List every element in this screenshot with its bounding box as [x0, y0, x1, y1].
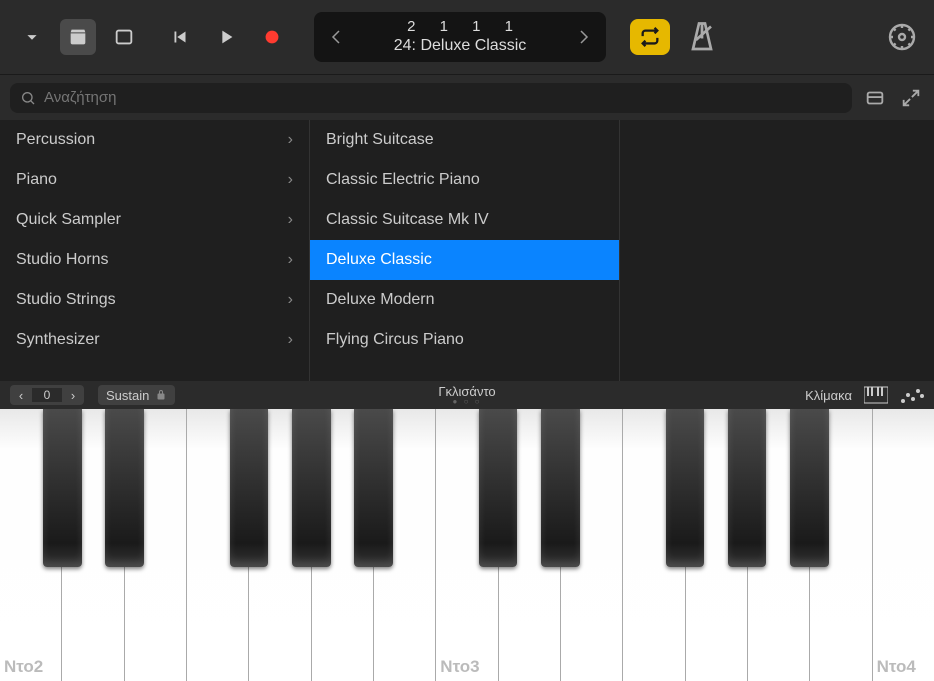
octave-down-button[interactable]: ‹	[10, 388, 32, 403]
top-toolbar: 2 1 1 1 24: Deluxe Classic	[0, 0, 934, 74]
black-key[interactable]	[230, 409, 269, 567]
search-field-wrap[interactable]	[10, 83, 852, 113]
black-key[interactable]	[292, 409, 331, 567]
chevron-right-icon: ›	[288, 171, 293, 189]
category-label: Piano	[16, 171, 57, 189]
sound-browser: Percussion › Piano › Quick Sampler › Studio…	[0, 120, 934, 381]
preset-label: Flying Circus Piano	[326, 331, 464, 349]
preset-item[interactable]: Deluxe Modern	[310, 280, 619, 320]
black-key[interactable]	[728, 409, 767, 567]
expand-button[interactable]	[898, 85, 924, 111]
category-item[interactable]: Studio Strings ›	[0, 280, 309, 320]
keyboard-toolbar: ‹ 0 › Sustain Γκλισάντο ● ○ ○ Κλίμακα	[0, 381, 934, 409]
category-label: Studio Horns	[16, 251, 109, 269]
category-item[interactable]: Piano ›	[0, 160, 309, 200]
key-label: Ντο2	[4, 657, 43, 677]
category-column: Percussion › Piano › Quick Sampler › Studio…	[0, 120, 310, 381]
lcd-position: 2 1 1 1	[348, 17, 572, 37]
scale-button[interactable]: Κλίμακα	[805, 388, 852, 403]
view-mode-button[interactable]	[862, 85, 888, 111]
rewind-button[interactable]	[162, 19, 198, 55]
category-item[interactable]: Studio Horns ›	[0, 240, 309, 280]
preset-item[interactable]: Flying Circus Piano	[310, 320, 619, 360]
keyboard-view-icon[interactable]	[864, 385, 888, 405]
search-input[interactable]	[44, 89, 842, 106]
category-item[interactable]: Quick Sampler ›	[0, 200, 309, 240]
search-bar	[0, 74, 934, 120]
chevron-right-icon: ›	[288, 211, 293, 229]
chevron-right-icon: ›	[288, 291, 293, 309]
preset-label: Deluxe Classic	[326, 251, 432, 269]
category-label: Percussion	[16, 131, 95, 149]
black-key[interactable]	[790, 409, 829, 567]
record-button[interactable]	[254, 19, 290, 55]
preset-column: Bright Suitcase Classic Electric Piano C…	[310, 120, 620, 381]
category-label: Quick Sampler	[16, 211, 121, 229]
view-button[interactable]	[106, 19, 142, 55]
black-key[interactable]	[43, 409, 82, 567]
octave-value: 0	[32, 388, 62, 402]
lcd-patch-name: 24: Deluxe Classic	[348, 36, 572, 57]
preset-item[interactable]: Bright Suitcase	[310, 120, 619, 160]
lock-icon	[155, 389, 167, 401]
settings-button[interactable]	[884, 19, 920, 55]
category-item[interactable]: Synthesizer ›	[0, 320, 309, 360]
preset-label: Classic Suitcase Mk IV	[326, 211, 489, 229]
category-item[interactable]: Percussion ›	[0, 120, 309, 160]
next-patch-button[interactable]	[572, 28, 596, 46]
library-button[interactable]	[60, 19, 96, 55]
octave-stepper: ‹ 0 ›	[10, 385, 84, 405]
cycle-button[interactable]	[630, 19, 670, 55]
sustain-label: Sustain	[106, 388, 149, 403]
preset-item[interactable]: Classic Electric Piano	[310, 160, 619, 200]
arpeggiator-icon[interactable]	[900, 385, 924, 405]
play-button[interactable]	[208, 19, 244, 55]
black-key[interactable]	[541, 409, 580, 567]
category-label: Synthesizer	[16, 331, 100, 349]
prev-patch-button[interactable]	[324, 28, 348, 46]
chevron-right-icon: ›	[288, 331, 293, 349]
preset-item-selected[interactable]: Deluxe Classic	[310, 240, 619, 280]
chevron-right-icon: ›	[288, 131, 293, 149]
sustain-toggle[interactable]: Sustain	[98, 385, 175, 405]
metronome-button[interactable]	[684, 19, 720, 55]
black-key[interactable]	[105, 409, 144, 567]
preset-label: Classic Electric Piano	[326, 171, 480, 189]
piano-keyboard[interactable]: Ντο2 Ντο3 Ντο4	[0, 409, 934, 681]
lcd-display: 2 1 1 1 24: Deluxe Classic	[314, 12, 606, 62]
octave-up-button[interactable]: ›	[62, 388, 84, 403]
preset-label: Bright Suitcase	[326, 131, 434, 149]
search-icon	[20, 90, 36, 106]
menu-down-button[interactable]	[14, 19, 50, 55]
chevron-right-icon: ›	[288, 251, 293, 269]
key-label: Ντο4	[877, 657, 916, 677]
page-dots: ● ○ ○	[438, 398, 495, 406]
key-label: Ντο3	[440, 657, 479, 677]
detail-column	[620, 120, 934, 381]
category-label: Studio Strings	[16, 291, 116, 309]
black-key[interactable]	[479, 409, 518, 567]
black-key[interactable]	[666, 409, 705, 567]
preset-label: Deluxe Modern	[326, 291, 435, 309]
preset-item[interactable]: Classic Suitcase Mk IV	[310, 200, 619, 240]
black-key[interactable]	[354, 409, 393, 567]
